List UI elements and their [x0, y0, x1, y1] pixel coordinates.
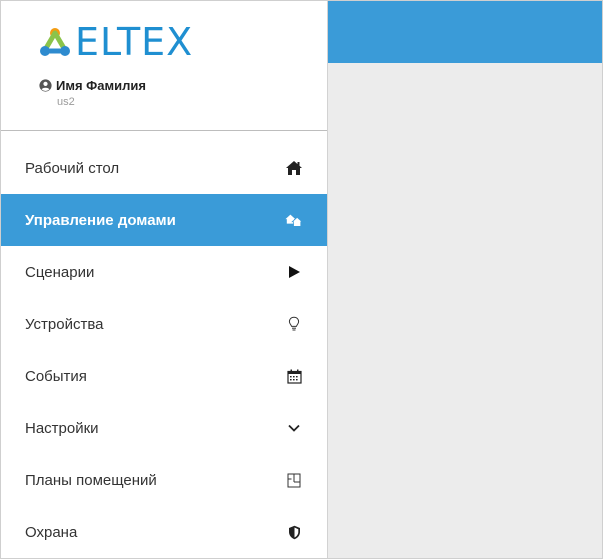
sidebar-item-label: Сценарии — [25, 263, 95, 281]
play-icon — [285, 263, 303, 281]
sidebar-item-label: Настройки — [25, 419, 99, 437]
chevron-down-icon — [285, 419, 303, 437]
sidebar-item-desktop[interactable]: Рабочий стол — [1, 142, 327, 194]
eltex-logo-text: ELTEX — [75, 20, 194, 64]
sidebar-item-label: События — [25, 367, 87, 385]
user-avatar-icon — [39, 79, 52, 92]
sidebar-item-scenarios[interactable]: Сценарии — [1, 246, 327, 298]
top-bar — [328, 1, 602, 63]
sidebar-item-label: Управление домами — [25, 211, 176, 229]
sidebar-menu: Рабочий стол Управление домами Сценарии … — [1, 142, 327, 558]
shield-icon — [285, 523, 303, 541]
sidebar: ELTEX Имя Фамилия us2 Рабочий стол Управ… — [1, 1, 328, 558]
main-content — [328, 1, 602, 558]
profile-panel: ELTEX Имя Фамилия us2 — [1, 1, 327, 130]
user-info: Имя Фамилия — [39, 78, 146, 93]
app-window: ELTEX Имя Фамилия us2 Рабочий стол Управ… — [0, 0, 603, 559]
sidebar-item-settings[interactable]: Настройки — [1, 402, 327, 454]
sidebar-item-label: Рабочий стол — [25, 159, 120, 177]
sidebar-item-label: Планы помещений — [25, 471, 157, 489]
eltex-logo[interactable]: ELTEX — [37, 21, 193, 63]
user-name: Имя Фамилия — [56, 78, 146, 93]
sidebar-item-security[interactable]: Охрана — [1, 506, 327, 558]
lightbulb-icon — [285, 315, 303, 333]
houses-icon — [285, 211, 303, 229]
floor-plan-icon — [285, 471, 303, 489]
sidebar-item-events[interactable]: События — [1, 350, 327, 402]
sidebar-item-houses[interactable]: Управление домами — [1, 194, 327, 246]
sidebar-item-devices[interactable]: Устройства — [1, 298, 327, 350]
home-icon — [285, 159, 303, 177]
calendar-icon — [285, 367, 303, 385]
sidebar-item-label: Охрана — [25, 523, 78, 541]
user-login: us2 — [57, 96, 75, 108]
sidebar-item-floor-plans[interactable]: Планы помещений — [1, 454, 327, 506]
eltex-logo-mark-icon — [40, 28, 70, 56]
sidebar-item-label: Устройства — [25, 315, 104, 333]
sidebar-divider — [1, 130, 327, 131]
